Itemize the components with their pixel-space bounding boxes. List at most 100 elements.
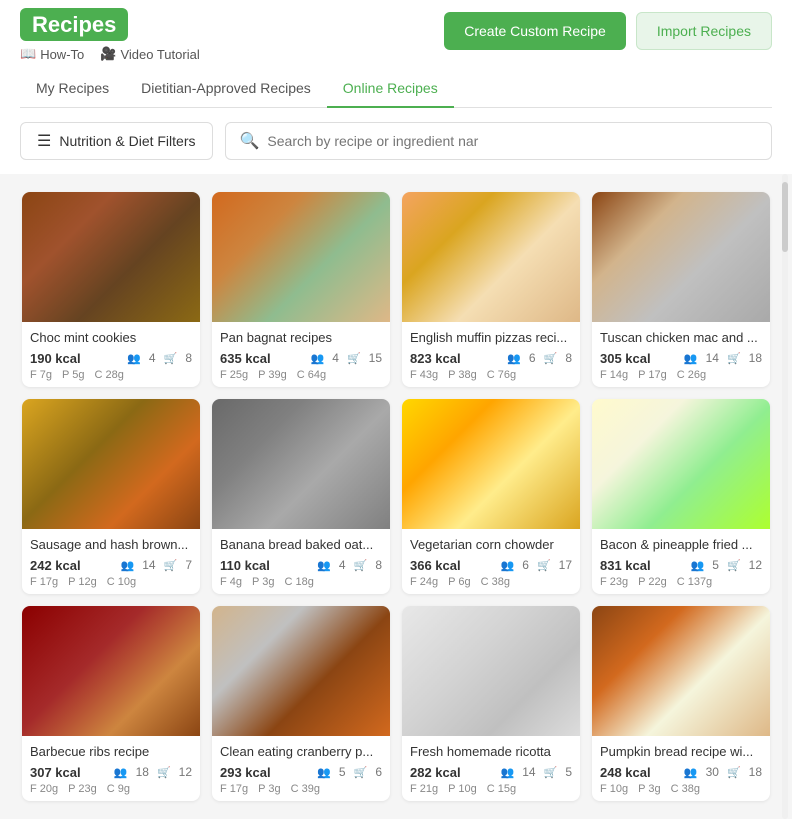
recipe-kcal-row: 190 kcal 👥 4 🛒 8 [30, 349, 192, 367]
recipe-protein: P 3g [638, 783, 660, 795]
recipe-macros: F 25g P 39g C 64g [220, 369, 382, 381]
recipe-kcal-row: 248 kcal 👥 30 🛒 18 [600, 763, 762, 781]
tab-dietitian-recipes[interactable]: Dietitian-Approved Recipes [125, 70, 327, 108]
recipe-protein: P 6g [448, 576, 470, 588]
cart-count: 7 [185, 558, 192, 572]
recipe-macros: F 43g P 38g C 76g [410, 369, 572, 381]
video-icon: 🎥 [100, 46, 116, 62]
create-custom-recipe-button[interactable]: Create Custom Recipe [444, 12, 626, 50]
recipe-kcal-row: 242 kcal 👥 14 🛒 7 [30, 556, 192, 574]
recipe-card[interactable]: Vegetarian corn chowder 366 kcal 👥 6 🛒 1… [402, 399, 580, 594]
recipe-info: English muffin pizzas reci... 823 kcal 👥… [402, 322, 580, 387]
scrollbar-thumb[interactable] [782, 182, 788, 252]
servings-icon: 👥 [121, 559, 135, 572]
recipe-name: Bacon & pineapple fried ... [600, 537, 762, 552]
recipe-info: Tuscan chicken mac and ... 305 kcal 👥 14… [592, 322, 770, 387]
recipe-kcal: 635 kcal [220, 351, 271, 366]
servings-count: 4 [332, 351, 339, 365]
recipe-macros: F 17g P 3g C 39g [220, 783, 382, 795]
recipe-image [592, 192, 770, 322]
recipe-card[interactable]: Bacon & pineapple fried ... 831 kcal 👥 5… [592, 399, 770, 594]
import-recipes-button[interactable]: Import Recipes [636, 12, 772, 50]
recipe-card[interactable]: Tuscan chicken mac and ... 305 kcal 👥 14… [592, 192, 770, 387]
recipe-card[interactable]: Barbecue ribs recipe 307 kcal 👥 18 🛒 12 … [22, 606, 200, 801]
recipe-meta: 👥 14 🛒 18 [684, 351, 762, 365]
recipe-card[interactable]: Fresh homemade ricotta 282 kcal 👥 14 🛒 5… [402, 606, 580, 801]
recipe-fat: F 17g [220, 783, 248, 795]
recipe-kcal: 293 kcal [220, 765, 271, 780]
recipe-fat: F 7g [30, 369, 52, 381]
recipe-protein: P 3g [252, 576, 274, 588]
servings-icon: 👥 [501, 559, 515, 572]
tab-my-recipes[interactable]: My Recipes [20, 70, 125, 108]
recipe-info: Barbecue ribs recipe 307 kcal 👥 18 🛒 12 … [22, 736, 200, 801]
recipe-macros: F 14g P 17g C 26g [600, 369, 762, 381]
cart-count: 6 [375, 765, 382, 779]
recipe-kcal-row: 823 kcal 👥 6 🛒 8 [410, 349, 572, 367]
recipe-fat: F 24g [410, 576, 438, 588]
recipe-fat: F 23g [600, 576, 628, 588]
recipe-name: Fresh homemade ricotta [410, 744, 572, 759]
cart-count: 18 [749, 351, 762, 365]
recipe-kcal: 282 kcal [410, 765, 461, 780]
search-input[interactable] [267, 133, 757, 149]
servings-icon: 👥 [501, 766, 515, 779]
cart-icon: 🛒 [347, 352, 361, 365]
recipe-meta: 👥 5 🛒 12 [691, 558, 762, 572]
nutrition-filter-button[interactable]: ☰ Nutrition & Diet Filters [20, 122, 213, 160]
recipe-kcal: 366 kcal [410, 558, 461, 573]
recipe-card[interactable]: Clean eating cranberry p... 293 kcal 👥 5… [212, 606, 390, 801]
recipe-protein: P 23g [68, 783, 97, 795]
servings-icon: 👥 [691, 559, 705, 572]
recipe-carbs: C 76g [487, 369, 516, 381]
recipe-image [22, 192, 200, 322]
recipe-kcal: 242 kcal [30, 558, 81, 573]
recipe-name: Pan bagnat recipes [220, 330, 382, 345]
servings-count: 14 [522, 765, 535, 779]
recipe-meta: 👥 6 🛒 17 [501, 558, 572, 572]
recipe-image [22, 606, 200, 736]
cart-icon: 🛒 [537, 559, 551, 572]
cart-icon: 🛒 [164, 352, 178, 365]
recipe-carbs: C 38g [671, 783, 700, 795]
recipe-name: Sausage and hash brown... [30, 537, 192, 552]
recipe-fat: F 20g [30, 783, 58, 795]
recipe-meta: 👥 14 🛒 5 [501, 765, 572, 779]
recipe-card[interactable]: English muffin pizzas reci... 823 kcal 👥… [402, 192, 580, 387]
recipe-kcal-row: 831 kcal 👥 5 🛒 12 [600, 556, 762, 574]
recipe-fat: F 14g [600, 369, 628, 381]
servings-count: 6 [522, 558, 529, 572]
recipe-meta: 👥 5 🛒 6 [317, 765, 382, 779]
recipe-info: Pan bagnat recipes 635 kcal 👥 4 🛒 15 F 2… [212, 322, 390, 387]
how-to-link[interactable]: 📖 How-To [20, 46, 84, 62]
servings-count: 14 [706, 351, 719, 365]
recipe-carbs: C 26g [677, 369, 706, 381]
search-container: 🔍 [225, 122, 773, 160]
recipe-fat: F 4g [220, 576, 242, 588]
recipe-carbs: C 18g [284, 576, 313, 588]
recipe-image [402, 399, 580, 529]
recipe-card[interactable]: Choc mint cookies 190 kcal 👥 4 🛒 8 F 7g … [22, 192, 200, 387]
video-tutorial-link[interactable]: 🎥 Video Tutorial [100, 46, 199, 62]
recipe-macros: F 17g P 12g C 10g [30, 576, 192, 588]
recipe-card[interactable]: Pumpkin bread recipe wi... 248 kcal 👥 30… [592, 606, 770, 801]
recipe-macros: F 4g P 3g C 18g [220, 576, 382, 588]
servings-icon: 👥 [127, 352, 141, 365]
tab-online-recipes[interactable]: Online Recipes [327, 70, 454, 108]
cart-icon: 🛒 [354, 766, 368, 779]
recipe-carbs: C 15g [487, 783, 516, 795]
recipe-meta: 👥 14 🛒 7 [121, 558, 192, 572]
recipe-name: Banana bread baked oat... [220, 537, 382, 552]
recipe-name: Choc mint cookies [30, 330, 192, 345]
recipe-card[interactable]: Banana bread baked oat... 110 kcal 👥 4 🛒… [212, 399, 390, 594]
cart-icon: 🛒 [354, 559, 368, 572]
recipe-kcal: 305 kcal [600, 351, 651, 366]
cart-icon: 🛒 [727, 559, 741, 572]
recipe-info: Vegetarian corn chowder 366 kcal 👥 6 🛒 1… [402, 529, 580, 594]
cart-icon: 🛒 [727, 352, 741, 365]
app-logo[interactable]: Recipes [20, 12, 200, 38]
scrollbar-track[interactable] [782, 174, 788, 819]
recipe-card[interactable]: Sausage and hash brown... 242 kcal 👥 14 … [22, 399, 200, 594]
cart-count: 12 [749, 558, 762, 572]
recipe-card[interactable]: Pan bagnat recipes 635 kcal 👥 4 🛒 15 F 2… [212, 192, 390, 387]
